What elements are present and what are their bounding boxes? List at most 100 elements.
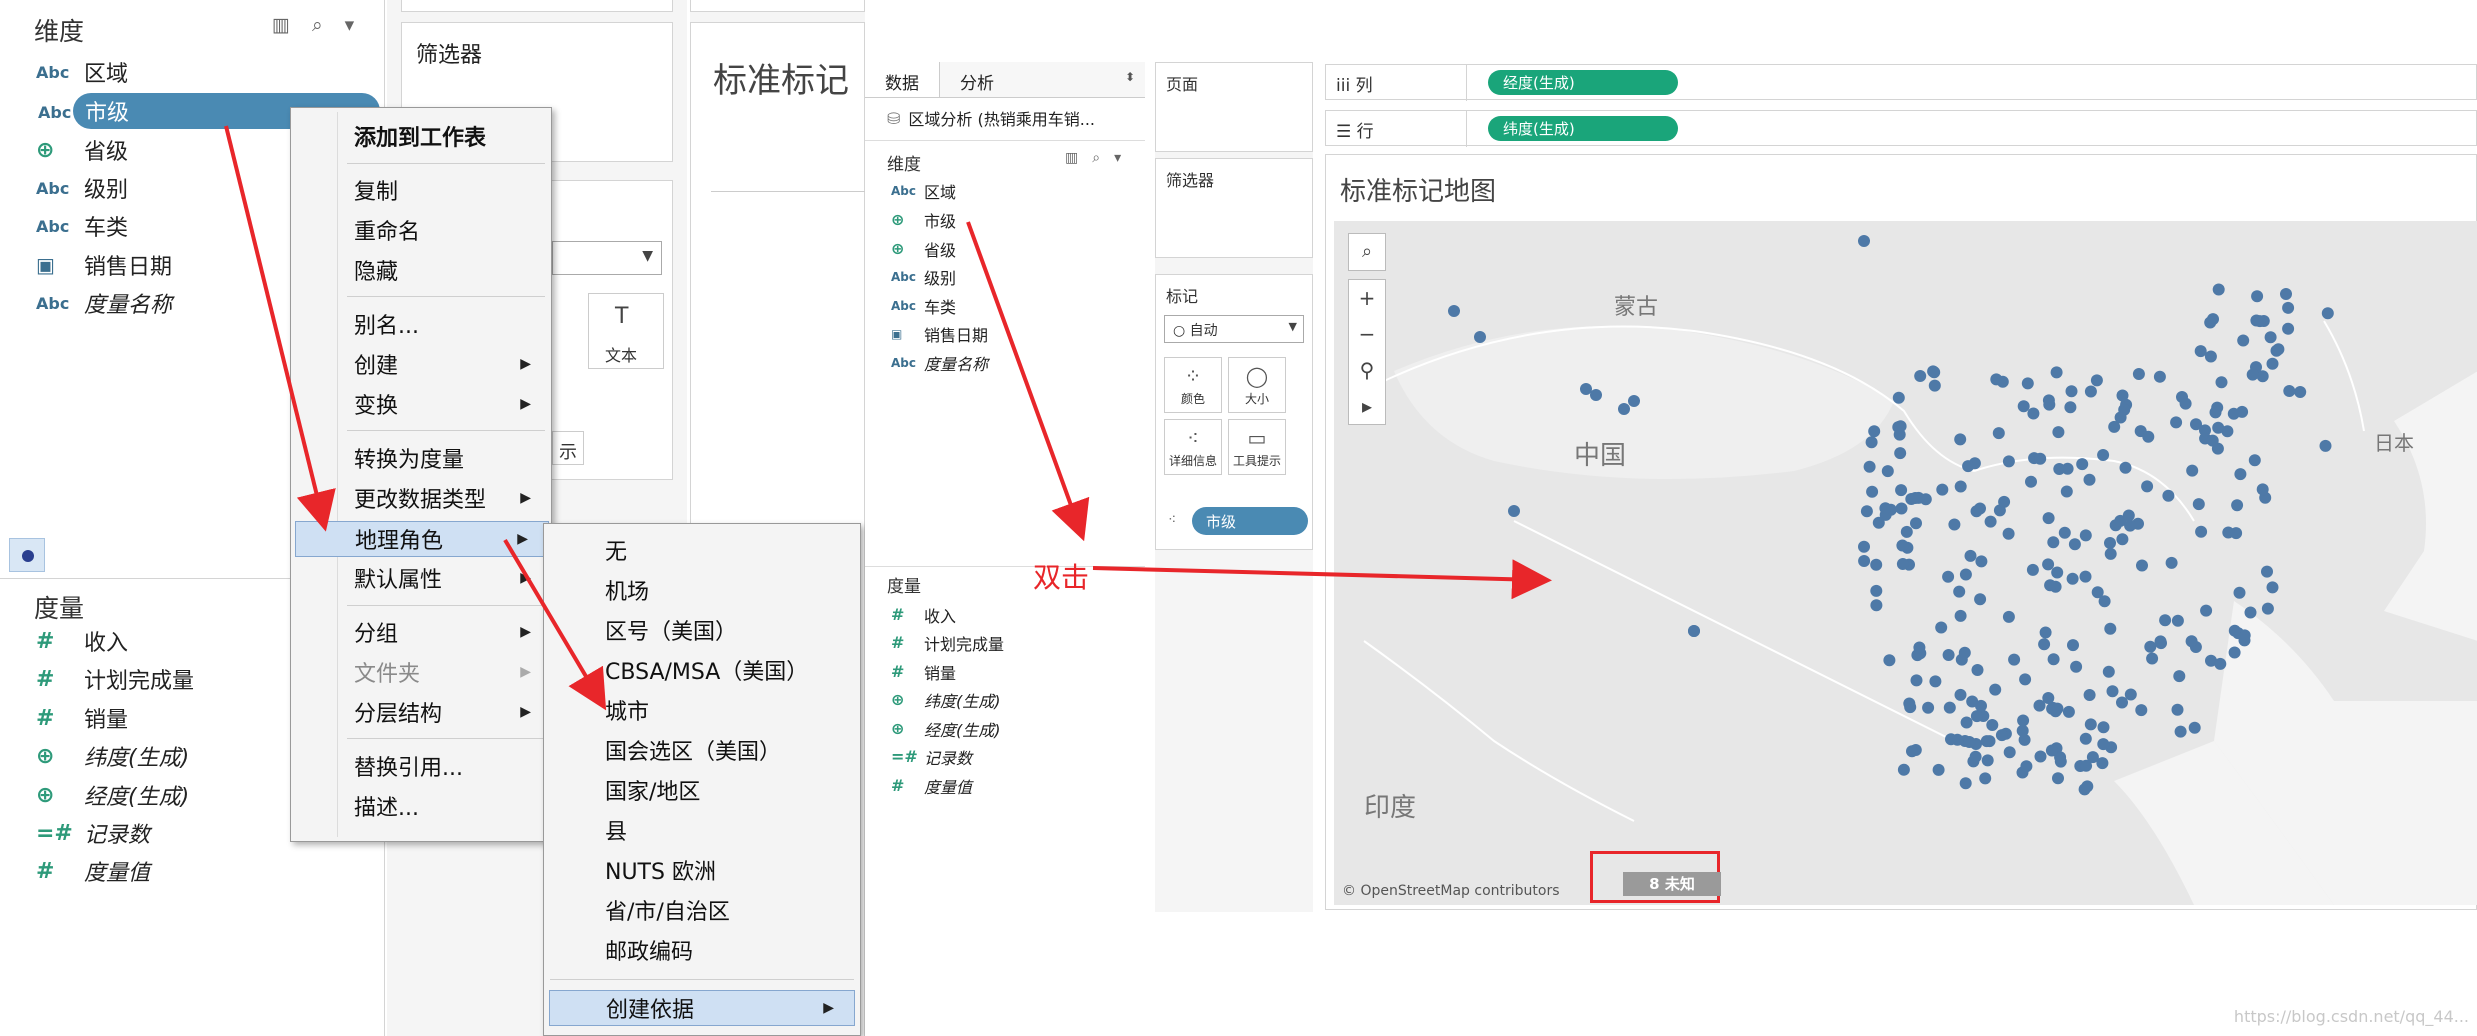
city-point[interactable] [2200, 604, 2213, 617]
city-point[interactable] [1895, 484, 1908, 497]
zoom-out-button[interactable]: − [1349, 316, 1385, 352]
geo-role-create-from[interactable]: 创建依据 ▶ [549, 990, 855, 1026]
city-point[interactable] [2124, 519, 2137, 532]
city-point[interactable] [1975, 555, 1988, 568]
city-point[interactable] [2104, 537, 2116, 549]
city-point[interactable] [1896, 558, 1909, 570]
city-point[interactable] [2142, 430, 2155, 443]
city-point[interactable] [1900, 525, 1913, 538]
city-point[interactable] [2280, 288, 2292, 300]
geo-role-none[interactable]: 无 [544, 532, 860, 568]
city-point[interactable] [2084, 718, 2097, 731]
city-point[interactable] [2106, 685, 2119, 698]
geo-role-area-code[interactable]: 区号（美国） [544, 612, 860, 648]
city-point[interactable] [2122, 509, 2135, 522]
city-point[interactable] [2026, 563, 2039, 576]
city-point[interactable] [2159, 614, 2172, 627]
city-point[interactable] [2266, 357, 2279, 370]
dimension-field[interactable]: Abc 级别 [36, 170, 128, 206]
city-point[interactable] [1958, 646, 1971, 659]
city-point[interactable] [2042, 512, 2055, 525]
city-point[interactable] [2162, 489, 2175, 502]
city-point[interactable] [2104, 547, 2117, 560]
city-point[interactable] [1906, 745, 1918, 758]
geo-role-congress[interactable]: 国会选区（美国） [544, 732, 860, 768]
city-point[interactable] [1913, 641, 1926, 654]
city-point[interactable] [2008, 653, 2021, 666]
menu-item-alias[interactable]: 别名... [291, 306, 551, 342]
city-point[interactable] [2185, 635, 2198, 648]
dimension-field[interactable]: ⊕ 省级 [36, 132, 128, 168]
city-point[interactable] [2045, 744, 2058, 757]
city-point[interactable] [2192, 498, 2205, 511]
city-point[interactable] [2261, 565, 2273, 578]
dimension-field[interactable]: ▣ 销售日期 [36, 247, 172, 283]
city-point[interactable] [2266, 581, 2279, 594]
play-button[interactable]: ▸ [1349, 388, 1385, 424]
city-point[interactable] [1966, 695, 1979, 708]
city-point[interactable] [2090, 374, 2103, 387]
city-point[interactable] [1910, 517, 1922, 530]
city-point[interactable] [2186, 464, 2199, 477]
city-point[interactable] [2025, 475, 2037, 488]
dimension-field[interactable]: Abc 区域 [891, 177, 956, 204]
city-point[interactable] [2102, 665, 2115, 678]
geo-role-city[interactable]: 城市 [544, 692, 860, 728]
city-point[interactable] [1508, 505, 1520, 517]
city-point[interactable] [2272, 343, 2285, 356]
city-point[interactable] [1903, 697, 1916, 710]
city-point[interactable] [2079, 570, 2092, 583]
city-point[interactable] [2062, 705, 2075, 718]
city-point[interactable] [1863, 460, 1876, 473]
menu-item-replace-references[interactable]: 替换引用... [291, 748, 551, 784]
geo-role-county[interactable]: 县 [544, 812, 860, 848]
columns-shelf[interactable]: iii 列 经度(生成) [1325, 64, 2477, 101]
city-point[interactable] [2238, 634, 2251, 647]
city-point[interactable] [1936, 483, 1949, 496]
city-point[interactable] [2046, 702, 2059, 715]
city-point[interactable] [1963, 736, 1976, 748]
city-point[interactable] [2173, 670, 2186, 683]
chevron-down-icon[interactable]: ▾ [1114, 150, 1121, 166]
city-point[interactable] [1995, 729, 2008, 742]
city-point[interactable] [2282, 322, 2295, 335]
city-point[interactable] [2058, 526, 2071, 539]
city-point[interactable] [1879, 502, 1892, 515]
datasource-row[interactable]: ⛁ 区域分析 (热销乘用车销... [887, 106, 1095, 130]
city-point[interactable] [2098, 595, 2111, 608]
city-point[interactable] [2282, 301, 2295, 314]
city-point[interactable] [1896, 539, 1909, 552]
city-point[interactable] [1858, 235, 1870, 247]
city-point[interactable] [1943, 701, 1956, 714]
city-point[interactable] [2097, 449, 2110, 461]
city-point[interactable] [2052, 426, 2065, 439]
city-point[interactable] [2222, 526, 2235, 539]
city-point[interactable] [2261, 602, 2274, 615]
city-point[interactable] [1580, 383, 1592, 395]
measure-field[interactable]: # 计划完成量 [36, 661, 194, 697]
city-point[interactable] [2146, 652, 2159, 665]
dimension-field[interactable]: Abc 车类 [891, 292, 956, 319]
city-point[interactable] [1992, 427, 2005, 440]
measure-field[interactable]: =# 记录数 [36, 815, 150, 851]
city-point[interactable] [1959, 568, 1972, 581]
geo-role-state[interactable]: 省/市/自治区 [544, 892, 860, 928]
city-point[interactable] [1971, 664, 1984, 676]
city-point[interactable] [2144, 640, 2157, 653]
city-point[interactable] [1954, 688, 1967, 701]
city-point[interactable] [2053, 463, 2066, 475]
menu-item-geo-role[interactable]: 地理角色 ▶ [295, 521, 549, 557]
city-point[interactable] [2174, 725, 2187, 738]
menu-item-hierarchy[interactable]: 分层结构 ▶ [291, 694, 551, 730]
city-point[interactable] [2195, 525, 2208, 538]
city-point[interactable] [2194, 345, 2207, 358]
city-point[interactable] [1895, 502, 1908, 515]
pages-card[interactable]: 页面 [1155, 62, 1313, 152]
dimension-field[interactable]: ⊕ 省级 [891, 235, 956, 262]
city-point[interactable] [1954, 609, 1967, 622]
city-point[interactable] [2027, 407, 2040, 420]
measure-field[interactable]: # 销量 [36, 700, 128, 736]
city-point[interactable] [1858, 555, 1871, 567]
city-point[interactable] [1865, 436, 1878, 449]
city-point[interactable] [1953, 585, 1966, 598]
